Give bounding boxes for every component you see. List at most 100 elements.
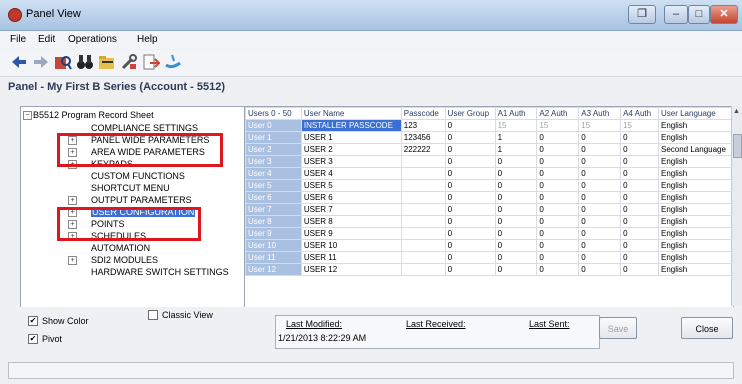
grid-vertical-scrollbar[interactable]: ▲ [731, 106, 742, 306]
row-header-cell[interactable]: User 1 [245, 131, 302, 144]
table-cell[interactable]: 0 [494, 191, 538, 204]
table-row[interactable]: User 12 USER 12 0 0 0 0 0 English [245, 263, 733, 276]
table-cell[interactable] [400, 179, 446, 192]
scroll-thumb[interactable] [733, 134, 742, 158]
table-cell[interactable]: 1 [494, 131, 538, 144]
table-cell[interactable]: 1 [494, 143, 538, 156]
table-cell[interactable]: 0 [578, 191, 622, 204]
table-cell[interactable]: 0 [620, 251, 659, 264]
table-row[interactable]: User 5 USER 5 0 0 0 0 0 English [245, 179, 733, 192]
folder-icon[interactable] [98, 53, 116, 71]
row-header-cell[interactable]: User 6 [245, 191, 302, 204]
table-cell[interactable]: 123 [400, 119, 446, 132]
table-cell[interactable]: 0 [578, 239, 622, 252]
table-cell[interactable]: 0 [444, 191, 496, 204]
close-window-button[interactable]: ✕ [710, 5, 738, 24]
table-cell[interactable]: 0 [444, 251, 496, 264]
table-row[interactable]: User 11 USER 11 0 0 0 0 0 English [245, 251, 733, 264]
table-cell[interactable]: English [657, 179, 733, 192]
table-row[interactable]: User 9 USER 9 0 0 0 0 0 English [245, 227, 733, 240]
table-cell[interactable]: 0 [536, 239, 580, 252]
table-cell[interactable]: USER 2 [300, 143, 402, 156]
table-cell[interactable]: 0 [578, 227, 622, 240]
table-cell[interactable]: 0 [444, 239, 496, 252]
minimize-button[interactable]: – [664, 5, 688, 24]
table-cell[interactable]: 15 [494, 119, 538, 132]
show-color-checkbox[interactable]: ✔ [28, 316, 38, 326]
table-cell[interactable]: 0 [578, 215, 622, 228]
column-header[interactable]: A4 Auth [620, 107, 659, 120]
table-cell[interactable]: USER 10 [300, 239, 402, 252]
table-cell[interactable]: English [657, 227, 733, 240]
table-cell[interactable]: 0 [444, 143, 496, 156]
table-cell[interactable] [400, 251, 446, 264]
table-cell[interactable] [400, 263, 446, 276]
table-cell[interactable]: 0 [536, 263, 580, 276]
table-cell[interactable]: USER 4 [300, 167, 402, 180]
table-cell[interactable]: Second Language [657, 143, 733, 156]
table-row[interactable]: User 1 USER 1 123456 0 1 0 0 0 English [245, 131, 733, 144]
table-cell[interactable]: 0 [444, 203, 496, 216]
column-header[interactable]: A3 Auth [578, 107, 622, 120]
table-cell[interactable]: 0 [578, 179, 622, 192]
table-cell[interactable]: 0 [620, 143, 659, 156]
row-header-cell[interactable]: User 5 [245, 179, 302, 192]
table-cell[interactable]: English [657, 263, 733, 276]
close-button[interactable]: Close [681, 317, 733, 339]
table-row[interactable]: User 10 USER 10 0 0 0 0 0 English [245, 239, 733, 252]
table-cell[interactable]: 15 [578, 119, 622, 132]
tree-item[interactable]: HARDWARE SWITCH SETTINGS [91, 266, 229, 278]
table-cell[interactable]: English [657, 203, 733, 216]
table-cell[interactable] [400, 215, 446, 228]
table-cell[interactable]: 0 [494, 167, 538, 180]
table-cell[interactable]: 0 [536, 155, 580, 168]
table-cell[interactable]: 0 [536, 191, 580, 204]
table-cell[interactable]: 0 [578, 251, 622, 264]
table-cell[interactable]: English [657, 119, 733, 132]
table-row[interactable]: User 8 USER 8 0 0 0 0 0 English [245, 215, 733, 228]
table-cell[interactable]: 0 [578, 167, 622, 180]
table-cell[interactable]: INSTALLER PASSCODE [300, 119, 402, 132]
table-cell[interactable]: 0 [620, 179, 659, 192]
row-header-cell[interactable]: User 7 [245, 203, 302, 216]
table-row[interactable]: User 3 USER 3 0 0 0 0 0 English [245, 155, 733, 168]
table-cell[interactable]: English [657, 215, 733, 228]
column-header[interactable]: A1 Auth [494, 107, 538, 120]
table-cell[interactable]: 0 [536, 131, 580, 144]
table-cell[interactable] [400, 155, 446, 168]
expand-icon[interactable]: + [68, 196, 77, 205]
table-cell[interactable]: 0 [444, 131, 496, 144]
table-cell[interactable]: 0 [536, 203, 580, 216]
panel-search-icon[interactable] [54, 53, 72, 71]
row-header-cell[interactable]: User 4 [245, 167, 302, 180]
scroll-up-icon[interactable]: ▲ [733, 108, 740, 115]
column-header[interactable]: Passcode [400, 107, 446, 120]
row-header-cell[interactable]: User 9 [245, 227, 302, 240]
table-cell[interactable]: 0 [620, 215, 659, 228]
column-header[interactable]: User Name [300, 107, 402, 120]
table-cell[interactable]: 0 [620, 239, 659, 252]
tools-icon[interactable] [120, 53, 138, 71]
table-cell[interactable]: 0 [620, 203, 659, 216]
table-cell[interactable]: 0 [620, 263, 659, 276]
table-cell[interactable]: USER 6 [300, 191, 402, 204]
table-cell[interactable]: 0 [494, 251, 538, 264]
table-cell[interactable]: English [657, 239, 733, 252]
table-row[interactable]: User 7 USER 7 0 0 0 0 0 English [245, 203, 733, 216]
expand-icon[interactable]: + [68, 256, 77, 265]
table-row[interactable]: User 4 USER 4 0 0 0 0 0 English [245, 167, 733, 180]
tree-item[interactable]: + OUTPUT PARAMETERS [68, 194, 192, 206]
tree-item[interactable]: AUTOMATION [91, 242, 150, 254]
table-cell[interactable]: 0 [578, 263, 622, 276]
table-cell[interactable]: English [657, 251, 733, 264]
table-cell[interactable]: 0 [494, 239, 538, 252]
table-cell[interactable]: USER 12 [300, 263, 402, 276]
back-arrow-icon[interactable] [10, 53, 28, 71]
table-cell[interactable]: 0 [494, 155, 538, 168]
table-cell[interactable] [400, 203, 446, 216]
table-cell[interactable] [400, 239, 446, 252]
document-arrow-icon[interactable] [142, 53, 160, 71]
table-cell[interactable] [400, 227, 446, 240]
column-header[interactable]: A2 Auth [536, 107, 580, 120]
table-cell[interactable]: 0 [536, 167, 580, 180]
